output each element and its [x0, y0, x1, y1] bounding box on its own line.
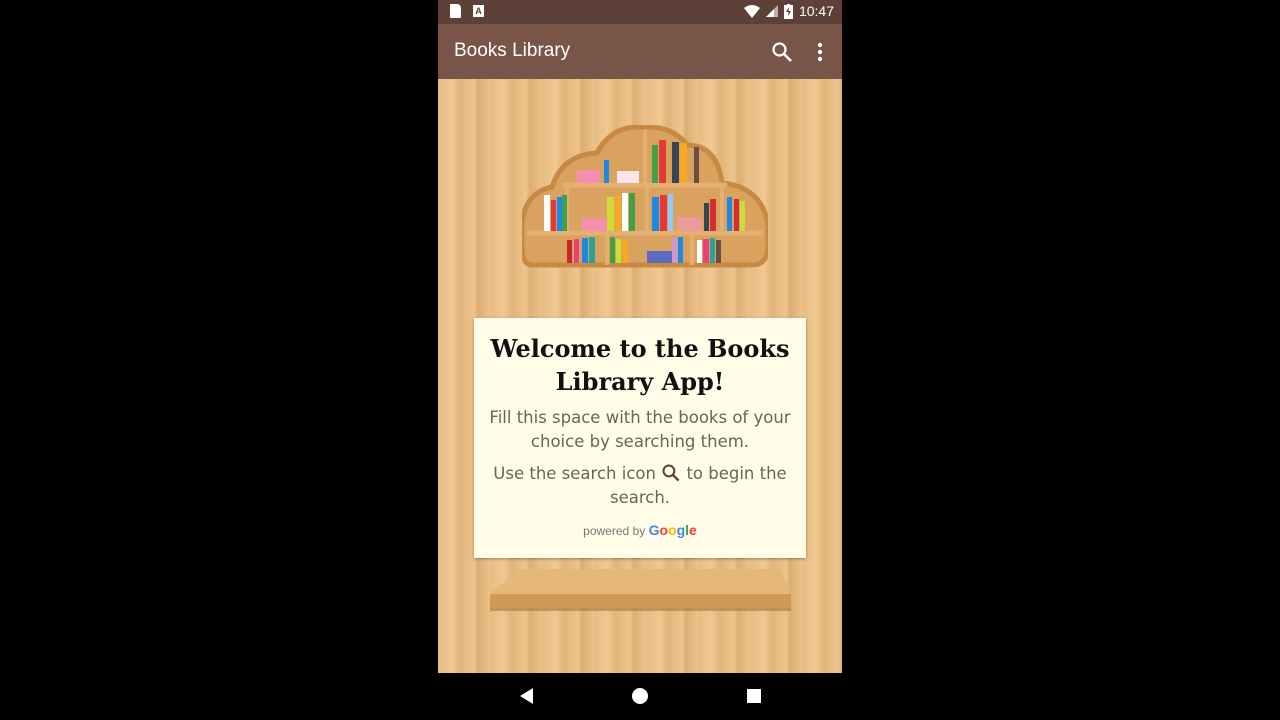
search-icon[interactable] — [770, 40, 794, 64]
app-title: Books Library — [454, 40, 571, 61]
powered-by-google: powered by Google — [474, 522, 806, 538]
navigation-bar — [438, 673, 842, 720]
cell-signal-icon — [765, 5, 778, 17]
battery-charging-icon — [783, 3, 793, 19]
sd-card-icon — [450, 4, 461, 18]
welcome-instructions: Fill this space with the books of your c… — [489, 408, 791, 451]
search-icon — [662, 464, 680, 482]
google-letter: g — [676, 522, 686, 538]
google-logo: Google — [649, 522, 697, 538]
wifi-icon — [743, 4, 760, 18]
content-area: Welcome to the Books Library App! Fill t… — [438, 79, 842, 673]
back-button[interactable] — [518, 687, 536, 705]
google-letter: G — [648, 522, 660, 538]
google-letter: o — [668, 522, 677, 538]
welcome-title: Welcome to the Books Library App! — [490, 334, 790, 396]
powered-by-label: powered by — [583, 524, 646, 538]
google-letter: e — [689, 522, 697, 538]
app-bar: Books Library — [438, 24, 842, 79]
wooden-shelf-image — [490, 569, 791, 611]
google-letter: o — [659, 522, 669, 538]
status-bar: A 10:47 — [438, 0, 842, 24]
home-button[interactable] — [631, 687, 649, 705]
clock: 10:47 — [798, 3, 834, 19]
text-a-icon: A — [473, 5, 484, 17]
search-hint-before: Use the search icon — [493, 464, 656, 483]
welcome-card: Welcome to the Books Library App! Fill t… — [474, 318, 806, 558]
cloud-bookshelf-image — [522, 125, 768, 268]
recents-button[interactable] — [745, 687, 763, 705]
phone-screen: A 10:47 Books Library Welcome to the Boo… — [438, 0, 842, 720]
search-hint: Use the search icon to begin the search. — [474, 462, 806, 510]
more-vert-icon[interactable] — [810, 40, 830, 64]
